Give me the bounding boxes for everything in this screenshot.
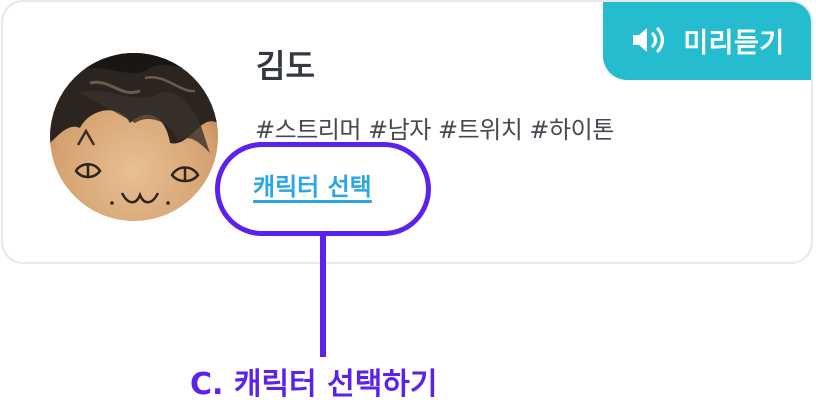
speaker-icon [633, 27, 665, 53]
character-name: 김도 [256, 47, 315, 85]
callout-label: C. 캐릭터 선택하기 [190, 367, 438, 402]
preview-button-label: 미리듣기 [683, 27, 785, 59]
callout-connector-line [320, 236, 326, 357]
preview-listen-button[interactable]: 미리듣기 [603, 2, 811, 80]
select-character-link[interactable]: 캐릭터 선택 [253, 170, 372, 204]
character-avatar [50, 53, 218, 221]
character-avatar-image [50, 53, 218, 221]
